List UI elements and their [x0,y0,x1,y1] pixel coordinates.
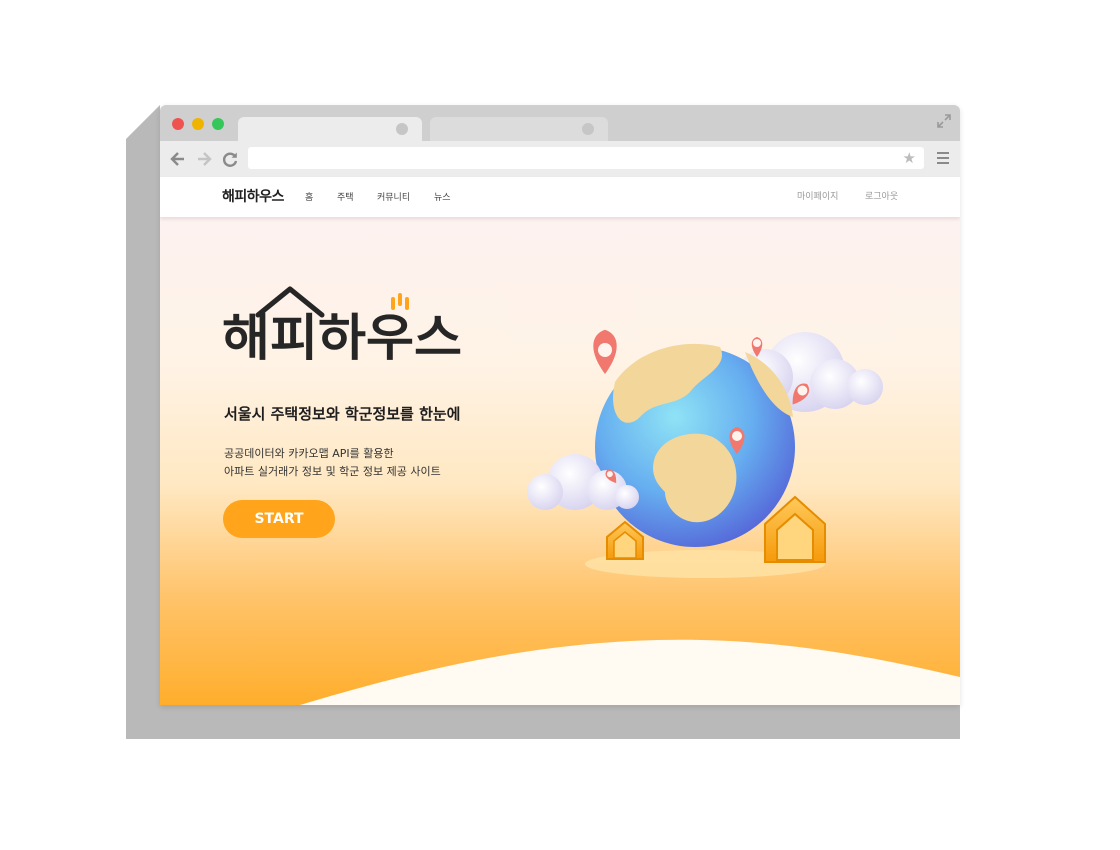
mockup-shadow-corner [920,705,960,739]
menu-icon[interactable] [937,152,949,166]
nav-link-mypage[interactable]: 마이페이지 [797,189,838,202]
address-bar[interactable]: ★ [248,147,924,169]
nav-link-home[interactable]: 홈 [305,190,313,203]
minimize-window-button[interactable] [192,118,204,130]
globe-illustration [527,329,883,578]
browser-tab-active[interactable] [238,117,422,141]
reload-icon[interactable] [220,149,240,169]
start-button[interactable]: START [223,500,335,538]
back-arrow-icon[interactable] [168,149,188,169]
tab-close-icon[interactable] [582,123,594,135]
hero-logo-text: 해피하우스 [222,309,462,363]
mockup-shadow-corner [126,105,160,139]
forward-arrow-icon[interactable] [194,149,214,169]
nav-logo[interactable]: 해피하우스 [222,186,284,206]
hero-logo: 해피하우스 [222,286,462,363]
star-icon[interactable]: ★ [903,148,916,168]
hero-section: 해피하우스 서울시 주택정보와 학군정보를 한눈에 공공데이터와 카카오맵 AP… [160,217,960,705]
map-pin-icon [593,329,617,374]
hero-title: 서울시 주택정보와 학군정보를 한눈에 [224,405,461,423]
hero-description-line1: 공공데이터와 카카오맵 API를 활용한 [224,447,394,460]
hero-wave [300,639,960,705]
tab-close-icon[interactable] [396,123,408,135]
nav-link-news[interactable]: 뉴스 [434,190,451,203]
close-window-button[interactable] [172,118,184,130]
nav-link-community[interactable]: 커뮤니티 [377,190,410,203]
site-navbar: 해피하우스 홈 주택 커뮤니티 뉴스 마이페이지 로그아웃 [160,177,960,217]
browser-window: ★ 해피하우스 홈 주택 커뮤니티 뉴스 마이페이지 로그아웃 해피하우스 서울… [160,105,960,705]
nav-link-logout[interactable]: 로그아웃 [865,189,898,202]
maximize-window-button[interactable] [212,118,224,130]
nav-link-housing[interactable]: 주택 [337,190,354,203]
hero-description-line2: 아파트 실거래가 정보 및 학군 정보 제공 사이트 [224,465,441,478]
browser-titlebar [160,105,960,141]
browser-tab-inactive[interactable] [430,117,608,141]
expand-icon[interactable] [936,113,952,129]
browser-toolbar: ★ [160,141,960,177]
